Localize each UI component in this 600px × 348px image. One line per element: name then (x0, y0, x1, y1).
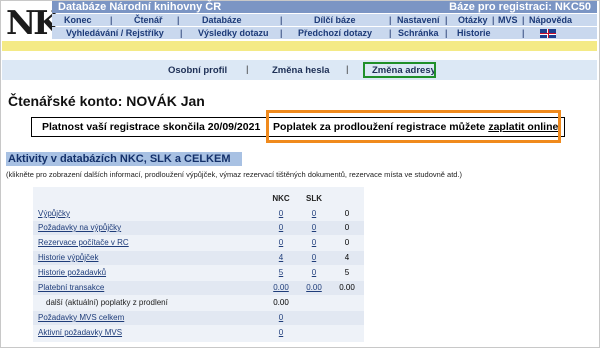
section-hint: (klikněte pro zobrazení dalších informac… (6, 170, 463, 179)
cell-nkc[interactable]: 0 (264, 311, 298, 325)
menu-vysledky[interactable]: Výsledky dotazu (198, 27, 269, 39)
cell-total: 5 (344, 268, 350, 277)
row-label[interactable]: Platební transakce (38, 281, 104, 295)
cell-nkc[interactable]: 0.00 (264, 281, 298, 295)
base-label: Báze pro registraci: NKC50 (449, 1, 591, 13)
menu-predchozi[interactable]: Předchozí dotazy (298, 27, 372, 39)
cell-slk[interactable]: 0 (297, 207, 331, 221)
table-row: Požadavky na výpůjčky 0 0 0 (33, 221, 364, 235)
main-menu: Konec | Čtenář | Databáze | Dílčí báze |… (52, 14, 597, 26)
menu-historie[interactable]: Historie (457, 27, 491, 39)
secondary-menu: Vyhledávání / Rejstříky | Výsledky dotaz… (52, 27, 597, 39)
profile-subnav: Osobní profil | Změna hesla | Změna adre… (2, 60, 597, 80)
cell-nkc[interactable]: 0 (264, 236, 298, 250)
table-header: NKC SLK (33, 192, 364, 206)
cell-slk[interactable]: 0 (297, 266, 331, 280)
cell-nkc[interactable]: 4 (264, 251, 298, 265)
uk-flag-icon[interactable] (540, 29, 556, 38)
table-row: Požadavky MVS celkem 0 (33, 311, 364, 325)
cell-total: 0 (344, 238, 350, 247)
activity-table: NKC SLK Výpůjčky 0 0 0 Požadavky na výpů… (33, 187, 364, 342)
table-row: Historie požadavků 5 0 5 (33, 266, 364, 280)
nk-logo: NK (6, 3, 62, 43)
row-label[interactable]: Rezervace počítače v RC (38, 236, 129, 250)
cell-total: 4 (344, 253, 350, 262)
row-label[interactable]: Aktivní požadavky MVS (38, 326, 122, 340)
menu-databaze[interactable]: Databáze (202, 14, 242, 26)
table-row: Výpůjčky 0 0 0 (33, 207, 364, 221)
cell-total: 0 (344, 209, 350, 218)
tab-zmena-hesla[interactable]: Změna hesla (272, 65, 330, 76)
menu-napoveda[interactable]: Nápověda (529, 14, 572, 26)
cell-nkc[interactable]: 0 (264, 326, 298, 340)
row-label[interactable]: Požadavky MVS celkem (38, 311, 124, 325)
row-label[interactable]: Výpůjčky (38, 207, 70, 221)
orange-highlight-box (266, 110, 561, 143)
top-bar: Databáze Národní knihovny ČR Báze pro re… (52, 1, 597, 13)
green-highlight-box (363, 62, 436, 78)
cell-total: 0.00 (339, 283, 355, 292)
cell-total: 0 (344, 223, 350, 232)
cell-slk[interactable]: 0 (297, 251, 331, 265)
accent-band (2, 41, 597, 51)
table-row: Rezervace počítače v RC 0 0 0 (33, 236, 364, 250)
menu-schranka[interactable]: Schránka (398, 27, 439, 39)
cell-nkc[interactable]: 5 (264, 266, 298, 280)
cell-nkc[interactable]: 0 (264, 207, 298, 221)
menu-nastaveni[interactable]: Nastavení (397, 14, 440, 26)
table-row: Platební transakce 0.00 0.00 0.00 (33, 281, 364, 295)
expiry-text: Platnost vaší registrace skončila 20/09/… (42, 121, 261, 133)
tab-osobni-profil[interactable]: Osobní profil (168, 65, 227, 76)
menu-konec[interactable]: Konec (64, 14, 92, 26)
section-heading: Aktivity v databázích NKC, SLK a CELKEM (6, 152, 242, 166)
row-label[interactable]: Historie výpůjček (38, 251, 98, 265)
table-row: další (aktuální) poplatky z prodlení 0.0… (33, 296, 364, 310)
menu-ctenar[interactable]: Čtenář (134, 14, 163, 26)
cell-slk[interactable]: 0.00 (297, 281, 331, 295)
menu-mvs[interactable]: MVS (498, 14, 518, 26)
menu-dilci-baze[interactable]: Dílčí báze (314, 14, 356, 26)
menu-otazky[interactable]: Otázky (458, 14, 488, 26)
cell-slk[interactable]: 0 (297, 236, 331, 250)
menu-vyhledavani[interactable]: Vyhledávání / Rejstříky (66, 27, 164, 39)
table-row: Historie výpůjček 4 0 4 (33, 251, 364, 265)
site-title: Databáze Národní knihovny ČR (58, 1, 222, 13)
account-title: Čtenářské konto: NOVÁK Jan (8, 93, 205, 109)
cell-slk[interactable]: 0 (297, 221, 331, 235)
col-nkc: NKC (272, 194, 290, 203)
cell-nkc: 0.00 (273, 298, 289, 307)
row-label[interactable]: Požadavky na výpůjčky (38, 221, 121, 235)
table-row: Aktivní požadavky MVS 0 (33, 326, 364, 340)
row-label[interactable]: Historie požadavků (38, 266, 106, 280)
cell-nkc[interactable]: 0 (264, 221, 298, 235)
row-label: další (aktuální) poplatky z prodlení (46, 298, 168, 307)
col-slk: SLK (306, 194, 322, 203)
